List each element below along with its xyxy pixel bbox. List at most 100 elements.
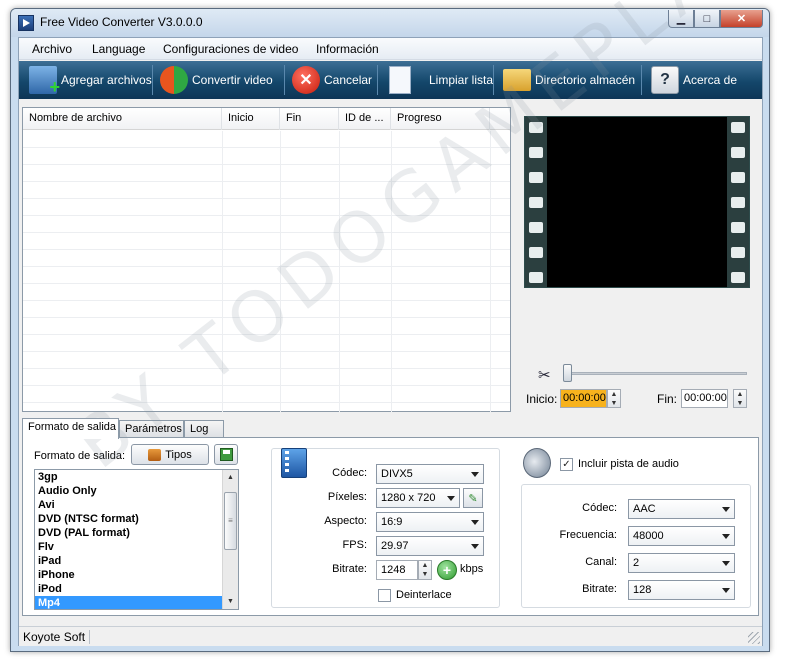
edit-icon: ✎ <box>468 492 478 505</box>
close-button[interactable]: ✕ <box>720 10 763 28</box>
convert-icon <box>160 66 188 94</box>
add-files-label: Agregar archivos <box>61 73 152 87</box>
storage-directory-button[interactable]: Directorio almacén <box>499 63 635 97</box>
column-file-name[interactable]: Nombre de archivo <box>23 108 222 130</box>
format-item[interactable]: iPhone <box>35 568 238 582</box>
column-id[interactable]: ID de ... <box>339 108 391 130</box>
film-strip-right <box>727 117 749 287</box>
app-window: Free Video Converter V3.0.0.0 ▁ □ ✕ Arch… <box>10 8 770 652</box>
include-audio-label: Incluir pista de audio <box>578 458 679 470</box>
about-button[interactable]: ? Acerca de <box>647 63 737 97</box>
aspect-value: 16:9 <box>381 516 403 528</box>
menu-language[interactable]: Language <box>92 42 145 56</box>
format-item[interactable]: Flv <box>35 540 238 554</box>
maximize-button[interactable]: □ <box>694 10 720 28</box>
deinterlace-checkbox[interactable] <box>378 589 391 602</box>
format-item[interactable]: iPad <box>35 554 238 568</box>
chevron-down-icon <box>471 544 479 549</box>
storage-directory-label: Directorio almacén <box>535 73 636 87</box>
format-list[interactable]: 3gp Audio Only Avi DVD (NTSC format) DVD… <box>34 469 239 610</box>
video-bitrate-input[interactable]: 1248 <box>376 560 418 580</box>
menu-configuraciones-de-video[interactable]: Configuraciones de video <box>163 42 298 56</box>
tab-output-format[interactable]: Formato de salida <box>22 418 119 439</box>
video-settings-group: Códec: DIVX5 Píxeles: 1280 x 720 ✎ Aspec… <box>271 448 500 608</box>
cancel-label: Cancelar <box>324 73 373 87</box>
speaker-icon <box>523 448 551 478</box>
plus-icon: + <box>442 562 452 578</box>
add-bitrate-button[interactable]: + <box>437 560 457 580</box>
add-file-icon <box>29 66 60 98</box>
fps-select[interactable]: 29.97 <box>376 536 484 556</box>
pixels-select[interactable]: 1280 x 720 <box>376 488 460 508</box>
add-files-button[interactable]: Agregar archivos <box>25 63 152 98</box>
format-item[interactable]: DVD (NTSC format) <box>35 512 238 526</box>
video-bitrate-spinner[interactable]: ▲ ▼ <box>418 560 432 580</box>
tipos-button[interactable]: Tipos <box>131 444 209 465</box>
trim-slider-track[interactable] <box>567 372 747 375</box>
tipos-label: Tipos <box>165 448 192 461</box>
fps-value: 29.97 <box>381 540 409 552</box>
video-bitrate-label: Bitrate: <box>332 563 367 575</box>
column-progress[interactable]: Progreso <box>391 108 490 130</box>
trim-slider-thumb[interactable] <box>563 364 572 382</box>
chevron-down-icon <box>722 534 730 539</box>
video-codec-label: Códec: <box>332 467 367 479</box>
end-time-spinner[interactable]: ▲ ▼ <box>733 389 747 408</box>
channel-select[interactable]: 2 <box>628 553 735 573</box>
column-end[interactable]: Fin <box>280 108 339 130</box>
column-start[interactable]: Inicio <box>222 108 280 130</box>
format-item[interactable]: 3gp <box>35 470 238 484</box>
audio-codec-select[interactable]: AAC <box>628 499 735 519</box>
tab-parameters[interactable]: Parámetros <box>119 420 184 438</box>
video-codec-select[interactable]: DIVX5 <box>376 464 484 484</box>
scrollbar-thumb[interactable]: ≡ <box>224 492 237 550</box>
format-list-scrollbar[interactable]: ▲ ≡ ▼ <box>222 470 238 609</box>
start-time-input[interactable]: 00:00:00 <box>560 389 607 408</box>
format-item-selected[interactable]: Mp4 <box>35 596 238 609</box>
resize-grip-icon[interactable] <box>748 632 760 644</box>
status-bar: Koyote Soft <box>19 626 762 646</box>
frequency-value: 48000 <box>633 530 664 542</box>
aspect-select[interactable]: 16:9 <box>376 512 484 532</box>
cancel-button[interactable]: ✕ Cancelar <box>288 63 372 97</box>
end-time-input[interactable]: 00:00:00 <box>681 389 728 408</box>
video-codec-value: DIVX5 <box>381 468 413 480</box>
menu-bar: Archivo Language Configuraciones de vide… <box>19 38 762 60</box>
menu-archivo[interactable]: Archivo <box>32 42 72 56</box>
save-preset-button[interactable] <box>214 444 238 465</box>
format-item[interactable]: Avi <box>35 498 238 512</box>
convert-video-button[interactable]: Convertir video <box>156 63 273 97</box>
format-item[interactable]: iPod <box>35 582 238 596</box>
channel-label: Canal: <box>585 556 617 568</box>
start-time-label: Inicio: <box>526 392 558 406</box>
clear-list-button[interactable]: Limpiar lista <box>385 63 493 97</box>
clear-list-label: Limpiar lista <box>429 73 494 87</box>
file-list[interactable]: Nombre de archivo Inicio Fin ID de ... P… <box>22 107 511 412</box>
audio-codec-label: Códec: <box>582 502 617 514</box>
folder-icon <box>503 69 531 91</box>
scroll-up-icon[interactable]: ▲ <box>223 470 238 485</box>
tab-log[interactable]: Log <box>184 420 224 438</box>
scroll-down-icon[interactable]: ▼ <box>223 594 238 609</box>
include-audio-checkbox[interactable]: ✓ <box>560 458 573 471</box>
format-item[interactable]: Audio Only <box>35 484 238 498</box>
video-preview <box>524 116 750 288</box>
frequency-select[interactable]: 48000 <box>628 526 735 546</box>
frequency-label: Frecuencia: <box>559 529 617 541</box>
file-list-body[interactable] <box>23 131 510 412</box>
format-item[interactable]: DVD (PAL format) <box>35 526 238 540</box>
title-bar[interactable]: Free Video Converter V3.0.0.0 ▁ □ ✕ <box>11 9 769 37</box>
audio-bitrate-select[interactable]: 128 <box>628 580 735 600</box>
start-time-spinner[interactable]: ▲ ▼ <box>607 389 621 408</box>
chevron-down-icon <box>722 507 730 512</box>
edit-resolution-button[interactable]: ✎ <box>463 488 483 508</box>
scissors-icon[interactable]: ✂ <box>538 366 551 384</box>
toolbar: Agregar archivos Convertir video ✕ Cance… <box>19 61 762 99</box>
minimize-button[interactable]: ▁ <box>668 10 694 28</box>
chevron-down-icon <box>722 561 730 566</box>
film-strip-left <box>525 117 547 287</box>
file-list-header: Nombre de archivo Inicio Fin ID de ... P… <box>23 108 510 130</box>
deinterlace-label: Deinterlace <box>396 589 452 601</box>
channel-value: 2 <box>633 557 640 569</box>
menu-informacion[interactable]: Información <box>316 42 379 56</box>
